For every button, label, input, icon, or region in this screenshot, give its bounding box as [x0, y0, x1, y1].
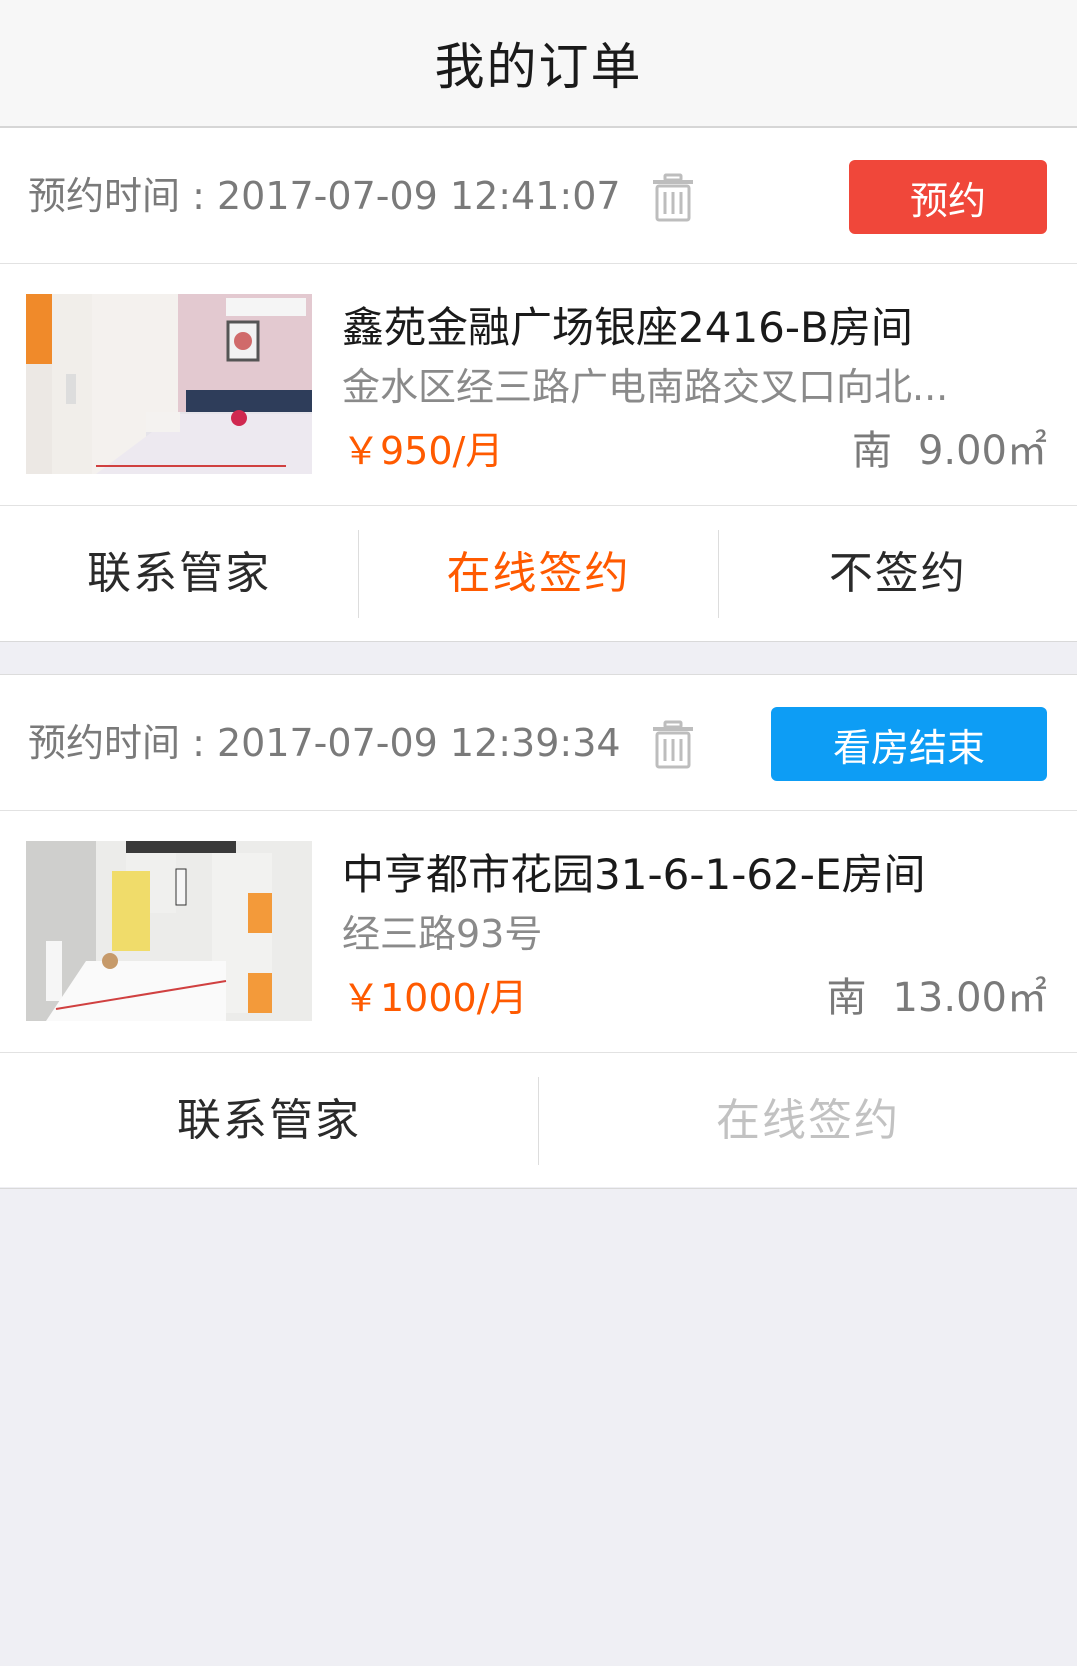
room-area: 9.00㎡ — [917, 428, 1047, 474]
reservation-time: 预约时间 : 2017-07-09 12:39:34 — [28, 675, 621, 811]
trash-icon[interactable] — [650, 173, 696, 223]
room-direction: 南 — [826, 975, 867, 1021]
room-thumbnail — [26, 841, 312, 1021]
room-area: 13.00㎡ — [892, 975, 1047, 1021]
room-info[interactable]: 中亨都市花园31-6-1-62-E房间 经三路93号 ￥1000/月 南 13.0… — [0, 811, 1077, 1053]
room-address: 经三路93号 — [342, 912, 543, 956]
reserve-status-button[interactable]: 预约 — [849, 160, 1047, 234]
sign-online-button: 在线签约 — [538, 1076, 1077, 1165]
reservation-time-label: 预约时间 : — [28, 174, 217, 218]
room-info[interactable]: 鑫苑金融广场银座2416-B房间 金水区经三路广电南路交叉口向北... ￥950… — [0, 264, 1077, 506]
reservation-time: 预约时间 : 2017-07-09 12:41:07 — [28, 128, 621, 264]
order-header: 预约时间 : 2017-07-09 12:41:07 预约 — [0, 128, 1077, 264]
room-meta: 南 9.00㎡ — [852, 418, 1047, 476]
room-price: ￥950/月 — [342, 429, 504, 473]
contact-manager-button[interactable]: 联系管家 — [0, 1077, 538, 1165]
room-address: 金水区经三路广电南路交叉口向北... — [342, 365, 949, 409]
order-card: 预约时间 : 2017-07-09 12:41:07 预约 鑫苑金融广场银座24… — [0, 128, 1077, 642]
reservation-time-value: 2017-07-09 12:41:07 — [216, 174, 621, 218]
page-title: 我的订单 — [434, 38, 643, 96]
trash-icon[interactable] — [650, 720, 696, 770]
room-name: 中亨都市花园31-6-1-62-E房间 — [342, 850, 926, 899]
contact-manager-button[interactable]: 联系管家 — [0, 530, 358, 618]
room-name: 鑫苑金融广场银座2416-B房间 — [342, 303, 913, 352]
room-thumbnail — [26, 294, 312, 474]
order-card: 预约时间 : 2017-07-09 12:39:34 看房结束 中亨都市花园31… — [0, 674, 1077, 1189]
viewing-finished-button[interactable]: 看房结束 — [771, 707, 1047, 781]
reservation-time-value: 2017-07-09 12:39:34 — [216, 721, 621, 765]
order-actions: 联系管家 在线签约 — [0, 1053, 1077, 1189]
order-actions: 联系管家 在线签约 不签约 — [0, 506, 1077, 642]
order-header: 预约时间 : 2017-07-09 12:39:34 看房结束 — [0, 675, 1077, 811]
room-direction: 南 — [851, 428, 892, 474]
room-price: ￥1000/月 — [342, 976, 528, 1020]
reservation-time-label: 预约时间 : — [28, 721, 217, 765]
app-header: 我的订单 — [0, 0, 1077, 128]
room-meta: 南 13.00㎡ — [826, 965, 1047, 1023]
decline-sign-button[interactable]: 不签约 — [717, 529, 1077, 618]
sign-online-button[interactable]: 在线签约 — [358, 529, 717, 618]
